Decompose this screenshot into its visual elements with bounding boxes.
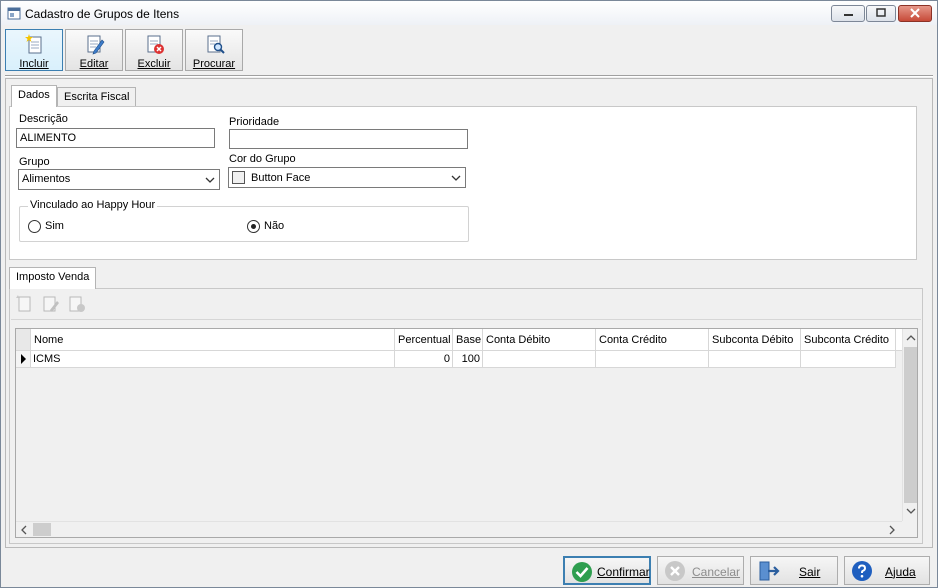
cor-grupo-selected-value: Button Face xyxy=(251,172,311,184)
scroll-up-icon[interactable] xyxy=(906,334,916,342)
sair-button[interactable]: Sair xyxy=(750,556,838,585)
tab-imposto-venda[interactable]: Imposto Venda xyxy=(9,267,97,289)
grupo-select[interactable]: Alimentos xyxy=(18,169,220,190)
radio-nao-circle xyxy=(247,220,260,233)
new-document-icon xyxy=(25,34,42,54)
cell-subconta-debito[interactable] xyxy=(709,351,801,368)
tab-escrita-fiscal[interactable]: Escrita Fiscal xyxy=(57,87,137,107)
app-window-icon xyxy=(7,7,21,20)
cell-percentual[interactable]: 0 xyxy=(395,351,453,368)
minimize-button[interactable] xyxy=(831,5,865,22)
ajuda-button[interactable]: Ajuda xyxy=(844,556,930,585)
descricao-label: Descrição xyxy=(19,113,68,125)
scroll-down-icon[interactable] xyxy=(906,507,916,515)
close-button[interactable] xyxy=(898,5,932,22)
column-header-conta-debito[interactable]: Conta Débito xyxy=(483,329,596,351)
happy-hour-legend: Vinculado ao Happy Hour xyxy=(28,199,158,211)
cell-conta-debito[interactable] xyxy=(483,351,596,368)
radio-sim-circle xyxy=(28,220,41,233)
cancel-icon xyxy=(665,561,685,581)
delete-document-icon xyxy=(147,35,164,54)
editar-label: Editar xyxy=(79,58,109,70)
tab-escrita-fiscal-label: Escrita Fiscal xyxy=(64,91,130,103)
close-icon xyxy=(910,8,920,18)
radio-sim-label: Sim xyxy=(45,220,64,232)
tab-dados-label: Dados xyxy=(18,89,50,101)
color-swatch-icon xyxy=(232,171,245,184)
column-header-conta-credito[interactable]: Conta Crédito xyxy=(596,329,709,351)
cancelar-button[interactable]: Cancelar xyxy=(657,556,744,585)
scroll-right-icon[interactable] xyxy=(888,525,896,535)
chevron-down-icon xyxy=(205,177,215,183)
toolbar-separator xyxy=(5,75,933,77)
column-header-nome[interactable]: Nome xyxy=(31,329,395,351)
edit-document-icon xyxy=(87,35,105,55)
cell-base[interactable]: 100 xyxy=(453,351,483,368)
incluir-label: Incluir xyxy=(19,58,49,70)
column-header-base[interactable]: Base xyxy=(453,329,483,351)
cell-nome[interactable]: ICMS xyxy=(31,351,395,368)
minimize-icon xyxy=(844,14,853,16)
excluir-label: Excluir xyxy=(137,58,171,70)
prioridade-label: Prioridade xyxy=(229,116,280,128)
incluir-button[interactable]: Incluir xyxy=(5,29,63,71)
grupo-selected-value: Alimentos xyxy=(22,173,71,185)
add-row-icon[interactable] xyxy=(15,294,35,314)
happy-hour-group: Vinculado ao Happy Hour xyxy=(19,199,469,242)
edit-row-icon[interactable] xyxy=(41,294,61,314)
tab-dados[interactable]: Dados xyxy=(11,85,57,107)
maximize-icon xyxy=(876,8,886,17)
grupo-label: Grupo xyxy=(19,156,50,168)
confirmar-label: Confirmar xyxy=(597,565,650,579)
prioridade-input[interactable] xyxy=(229,129,468,149)
scroll-left-icon[interactable] xyxy=(20,525,28,535)
title-bar[interactable]: Cadastro de Grupos de Itens xyxy=(1,1,937,25)
grid-horizontal-scrollbar[interactable] xyxy=(16,521,902,537)
editar-button[interactable]: Editar xyxy=(65,29,123,71)
confirmar-button[interactable]: Confirmar xyxy=(563,556,651,585)
procurar-label: Procurar xyxy=(192,58,236,70)
radio-nao-label: Não xyxy=(264,220,285,232)
sair-label: Sair xyxy=(799,565,821,579)
horizontal-scroll-thumb[interactable] xyxy=(33,523,51,536)
cor-grupo-label: Cor do Grupo xyxy=(229,153,296,165)
current-row-arrow-icon xyxy=(21,354,26,364)
ajuda-label: Ajuda xyxy=(885,565,916,579)
search-document-icon xyxy=(207,35,225,54)
main-toolbar: Incluir Editar Excluir Procurar xyxy=(2,25,936,73)
column-header-subconta-credito[interactable]: Subconta Crédito xyxy=(801,329,896,351)
help-icon xyxy=(852,561,872,581)
column-header-subconta-debito[interactable]: Subconta Débito xyxy=(709,329,801,351)
grid-vertical-scrollbar[interactable] xyxy=(902,329,917,521)
window-title: Cadastro de Grupos de Itens xyxy=(25,7,180,21)
checkmark-icon xyxy=(572,562,592,582)
cell-subconta-credito[interactable] xyxy=(801,351,896,368)
tab-imposto-venda-label: Imposto Venda xyxy=(16,271,90,283)
vertical-scroll-thumb[interactable] xyxy=(904,347,917,503)
cancelar-label: Cancelar xyxy=(692,565,741,579)
maximize-button[interactable] xyxy=(866,5,896,22)
chevron-down-icon xyxy=(451,175,461,181)
grid-toolbar xyxy=(11,290,921,320)
column-header-percentual[interactable]: Percentual xyxy=(395,329,453,351)
descricao-input[interactable]: ALIMENTO xyxy=(16,128,215,148)
excluir-button[interactable]: Excluir xyxy=(125,29,183,71)
exit-door-icon xyxy=(759,561,780,581)
impostos-grid[interactable]: Nome Percentual Base Conta Débito Conta … xyxy=(15,328,918,538)
main-window: Cadastro de Grupos de Itens Incluir Edit… xyxy=(0,0,938,588)
delete-row-icon[interactable] xyxy=(67,294,87,314)
cor-grupo-select[interactable]: Button Face xyxy=(228,167,466,188)
cell-conta-credito[interactable] xyxy=(596,351,709,368)
procurar-button[interactable]: Procurar xyxy=(185,29,243,71)
row-indicator[interactable] xyxy=(16,351,31,368)
row-indicator-header xyxy=(16,329,31,351)
